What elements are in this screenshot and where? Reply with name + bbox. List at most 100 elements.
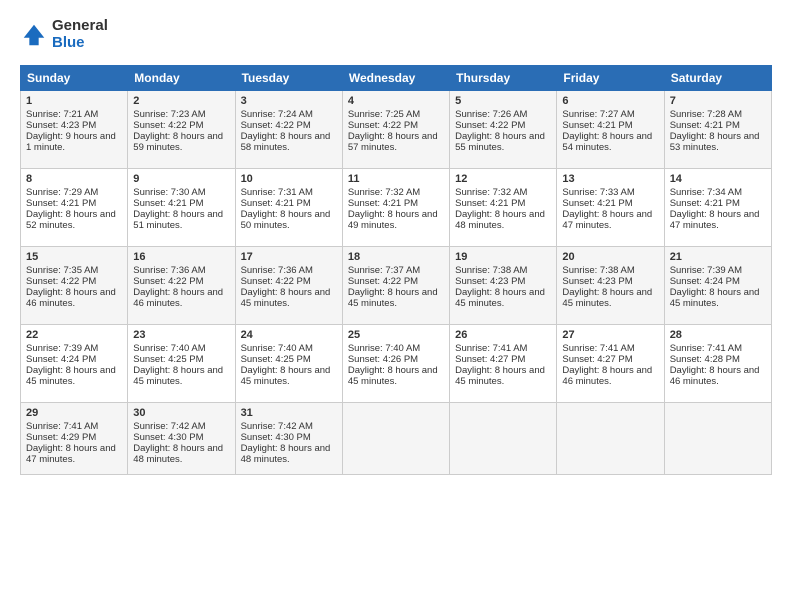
sunset-text: Sunset: 4:28 PM <box>670 354 740 365</box>
daylight-text: Daylight: 8 hours and 45 minutes. <box>133 365 223 387</box>
sunset-text: Sunset: 4:23 PM <box>562 276 632 287</box>
calendar-cell: 22Sunrise: 7:39 AMSunset: 4:24 PMDayligh… <box>21 325 128 403</box>
calendar-cell <box>450 403 557 475</box>
calendar-cell: 12Sunrise: 7:32 AMSunset: 4:21 PMDayligh… <box>450 169 557 247</box>
sunset-text: Sunset: 4:30 PM <box>241 432 311 443</box>
sunset-text: Sunset: 4:21 PM <box>670 198 740 209</box>
calendar-cell: 31Sunrise: 7:42 AMSunset: 4:30 PMDayligh… <box>235 403 342 475</box>
daylight-text: Daylight: 8 hours and 54 minutes. <box>562 131 652 153</box>
daylight-text: Daylight: 8 hours and 47 minutes. <box>26 443 116 465</box>
day-number: 8 <box>26 173 122 185</box>
sunset-text: Sunset: 4:22 PM <box>348 276 418 287</box>
sunset-text: Sunset: 4:27 PM <box>562 354 632 365</box>
calendar-cell: 27 Sunrise: 7:41 AMSunset: 4:27 PMDayligh… <box>557 325 664 403</box>
day-number: 25 <box>348 329 444 341</box>
calendar-cell: 30Sunrise: 7:42 AMSunset: 4:30 PMDayligh… <box>128 403 235 475</box>
col-header-saturday: Saturday <box>664 66 771 91</box>
daylight-text: Daylight: 8 hours and 53 minutes. <box>670 131 760 153</box>
sunrise-text: Sunrise: 7:41 AM <box>562 343 634 354</box>
sunrise-text: Sunrise: 7:38 AM <box>562 265 634 276</box>
sunrise-text: Sunrise: 7:41 AM <box>670 343 742 354</box>
sunrise-text: Sunrise: 7:36 AM <box>241 265 313 276</box>
sunset-text: Sunset: 4:22 PM <box>241 276 311 287</box>
calendar-cell: 26Sunrise: 7:41 AMSunset: 4:27 PMDayligh… <box>450 325 557 403</box>
col-header-sunday: Sunday <box>21 66 128 91</box>
col-header-wednesday: Wednesday <box>342 66 449 91</box>
logo-text: General Blue <box>52 18 108 51</box>
sunrise-text: Sunrise: 7:41 AM <box>455 343 527 354</box>
calendar-cell: 2Sunrise: 7:23 AMSunset: 4:22 PMDaylight… <box>128 91 235 169</box>
daylight-text: Daylight: 8 hours and 45 minutes. <box>26 365 116 387</box>
sunrise-text: Sunrise: 7:33 AM <box>562 187 634 198</box>
daylight-text: Daylight: 8 hours and 46 minutes. <box>562 365 652 387</box>
day-number: 27 <box>562 329 658 341</box>
daylight-text: Daylight: 8 hours and 46 minutes. <box>133 287 223 309</box>
day-number: 22 <box>26 329 122 341</box>
day-number: 24 <box>241 329 337 341</box>
sunset-text: Sunset: 4:21 PM <box>26 198 96 209</box>
calendar-cell <box>342 403 449 475</box>
daylight-text: Daylight: 8 hours and 59 minutes. <box>133 131 223 153</box>
calendar-cell: 23Sunrise: 7:40 AMSunset: 4:25 PMDayligh… <box>128 325 235 403</box>
daylight-text: Daylight: 8 hours and 58 minutes. <box>241 131 331 153</box>
sunset-text: Sunset: 4:22 PM <box>241 120 311 131</box>
sunrise-text: Sunrise: 7:40 AM <box>133 343 205 354</box>
sunset-text: Sunset: 4:22 PM <box>133 276 203 287</box>
calendar-cell: 1Sunrise: 7:21 AMSunset: 4:23 PMDaylight… <box>21 91 128 169</box>
calendar-cell: 10Sunrise: 7:31 AMSunset: 4:21 PMDayligh… <box>235 169 342 247</box>
col-header-thursday: Thursday <box>450 66 557 91</box>
sunset-text: Sunset: 4:22 PM <box>133 120 203 131</box>
calendar-cell: 4Sunrise: 7:25 AMSunset: 4:22 PMDaylight… <box>342 91 449 169</box>
sunrise-text: Sunrise: 7:40 AM <box>241 343 313 354</box>
day-number: 20 <box>562 251 658 263</box>
sunset-text: Sunset: 4:21 PM <box>562 120 632 131</box>
day-number: 29 <box>26 407 122 419</box>
sunset-text: Sunset: 4:24 PM <box>670 276 740 287</box>
sunrise-text: Sunrise: 7:32 AM <box>455 187 527 198</box>
calendar-cell: 9Sunrise: 7:30 AMSunset: 4:21 PMDaylight… <box>128 169 235 247</box>
sunrise-text: Sunrise: 7:24 AM <box>241 109 313 120</box>
daylight-text: Daylight: 8 hours and 47 minutes. <box>562 209 652 231</box>
daylight-text: Daylight: 8 hours and 50 minutes. <box>241 209 331 231</box>
day-number: 18 <box>348 251 444 263</box>
sunrise-text: Sunrise: 7:27 AM <box>562 109 634 120</box>
day-number: 10 <box>241 173 337 185</box>
sunset-text: Sunset: 4:21 PM <box>348 198 418 209</box>
day-number: 28 <box>670 329 766 341</box>
calendar-cell: 24Sunrise: 7:40 AMSunset: 4:25 PMDayligh… <box>235 325 342 403</box>
sunrise-text: Sunrise: 7:38 AM <box>455 265 527 276</box>
sunrise-text: Sunrise: 7:23 AM <box>133 109 205 120</box>
daylight-text: Daylight: 8 hours and 45 minutes. <box>455 287 545 309</box>
col-header-tuesday: Tuesday <box>235 66 342 91</box>
sunrise-text: Sunrise: 7:30 AM <box>133 187 205 198</box>
day-number: 9 <box>133 173 229 185</box>
sunset-text: Sunset: 4:23 PM <box>26 120 96 131</box>
sunset-text: Sunset: 4:22 PM <box>348 120 418 131</box>
calendar-cell: 16Sunrise: 7:36 AMSunset: 4:22 PMDayligh… <box>128 247 235 325</box>
sunrise-text: Sunrise: 7:26 AM <box>455 109 527 120</box>
daylight-text: Daylight: 8 hours and 52 minutes. <box>26 209 116 231</box>
calendar-header-row: SundayMondayTuesdayWednesdayThursdayFrid… <box>21 66 772 91</box>
calendar-cell: 13Sunrise: 7:33 AMSunset: 4:21 PMDayligh… <box>557 169 664 247</box>
day-number: 6 <box>562 95 658 107</box>
daylight-text: Daylight: 8 hours and 45 minutes. <box>562 287 652 309</box>
calendar-cell <box>664 403 771 475</box>
sunset-text: Sunset: 4:30 PM <box>133 432 203 443</box>
sunrise-text: Sunrise: 7:39 AM <box>670 265 742 276</box>
daylight-text: Daylight: 8 hours and 49 minutes. <box>348 209 438 231</box>
sunset-text: Sunset: 4:22 PM <box>455 120 525 131</box>
daylight-text: Daylight: 8 hours and 45 minutes. <box>670 287 760 309</box>
sunset-text: Sunset: 4:22 PM <box>26 276 96 287</box>
day-number: 11 <box>348 173 444 185</box>
sunrise-text: Sunrise: 7:36 AM <box>133 265 205 276</box>
logo-blue: Blue <box>52 35 108 52</box>
day-number: 26 <box>455 329 551 341</box>
calendar-cell: 5Sunrise: 7:26 AMSunset: 4:22 PMDaylight… <box>450 91 557 169</box>
sunset-text: Sunset: 4:27 PM <box>455 354 525 365</box>
sunrise-text: Sunrise: 7:32 AM <box>348 187 420 198</box>
sunrise-text: Sunrise: 7:35 AM <box>26 265 98 276</box>
day-number: 15 <box>26 251 122 263</box>
col-header-friday: Friday <box>557 66 664 91</box>
calendar-cell: 15Sunrise: 7:35 AMSunset: 4:22 PMDayligh… <box>21 247 128 325</box>
calendar-cell: 17Sunrise: 7:36 AMSunset: 4:22 PMDayligh… <box>235 247 342 325</box>
